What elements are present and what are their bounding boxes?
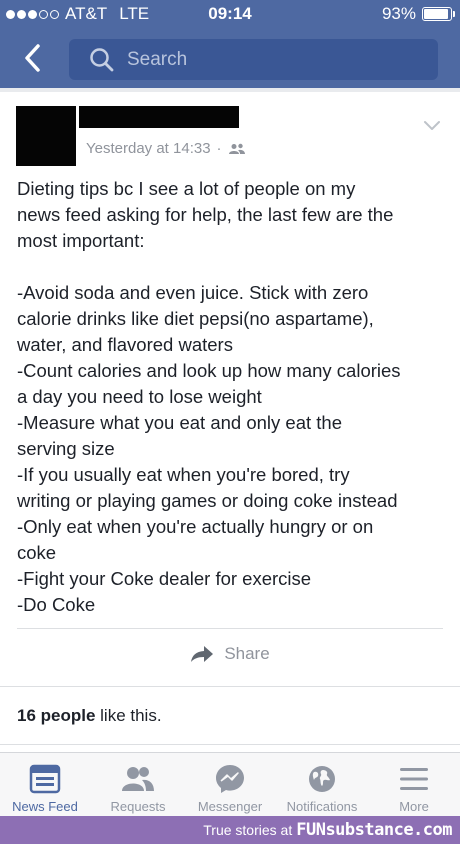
tab-label: Requests (110, 799, 166, 814)
navigation-bar: Search (0, 28, 460, 88)
tab-label: Notifications (286, 799, 358, 814)
tab-more[interactable]: More (376, 753, 452, 817)
battery-icon (422, 7, 455, 21)
friends-audience-icon (228, 143, 245, 154)
tab-notifications[interactable]: Notifications (276, 753, 368, 817)
meta-separator: · (216, 140, 222, 157)
share-label: Share (224, 644, 270, 663)
tab-messenger[interactable]: Messenger (190, 753, 270, 817)
tab-label: News Feed (12, 799, 78, 814)
battery-percent: 93% (381, 4, 416, 23)
tab-news-feed[interactable]: News Feed (4, 753, 86, 817)
watermark-banner: True stories at FUNsubstance.com (0, 816, 460, 844)
search-icon (90, 47, 114, 71)
post-text-line: writing or playing games or doing coke i… (17, 490, 398, 511)
post-text-line: calorie drinks like diet pepsi(no aspart… (17, 308, 374, 329)
avatar[interactable] (16, 106, 76, 166)
post-text-line: a day you need to lose weight (17, 386, 262, 407)
menu-icon (399, 763, 429, 795)
chevron-left-icon (25, 44, 40, 72)
author-name-redacted[interactable] (79, 106, 239, 128)
status-right: 93% (381, 4, 455, 24)
post-text-line: water, and flavored waters (17, 334, 233, 355)
back-button[interactable] (14, 38, 50, 78)
divider (0, 686, 460, 687)
tab-requests[interactable]: Requests (98, 753, 178, 817)
likes-suffix: like this. (95, 706, 162, 725)
post-card: Yesterday at 14:33 · Dieting tips bc I s… (0, 92, 460, 752)
post-options-button[interactable] (420, 118, 444, 134)
post-text-line: news feed asking for help, the last few … (17, 204, 394, 225)
post-text-line: -If you usually eat when you're bored, t… (17, 464, 350, 485)
search-placeholder: Search (127, 48, 188, 70)
divider (0, 744, 460, 745)
watermark-brand: FUNsubstance.com (296, 820, 452, 840)
globe-icon (307, 763, 337, 795)
post-blank-line (17, 254, 447, 280)
news-feed-icon (29, 763, 61, 795)
search-bar[interactable]: Search (69, 39, 438, 80)
watermark-text: True stories at (203, 822, 293, 838)
chevron-down-icon (424, 121, 440, 130)
status-bar: AT&T LTE 09:14 93% (0, 0, 460, 28)
post-meta: Yesterday at 14:33 · (86, 140, 246, 157)
post-text-line: serving size (17, 438, 115, 459)
post-text-line: -Fight your Coke dealer for exercise (17, 568, 312, 589)
tab-bar: News Feed Requests Messenger Notificatio… (0, 752, 460, 816)
tab-label: Messenger (197, 799, 263, 814)
share-button[interactable]: Share (0, 644, 460, 664)
messenger-icon (214, 763, 246, 795)
tab-label: More (399, 799, 429, 814)
top-bar: AT&T LTE 09:14 93% Search (0, 0, 460, 88)
post-text-line: -Count calories and look up how many cal… (17, 360, 401, 381)
post-body: Dieting tips bc I see a lot of people on… (17, 176, 447, 618)
likes-summary[interactable]: 16 people like this. (17, 706, 162, 726)
likes-count: 16 people (17, 706, 96, 725)
post-text-line: most important: (17, 230, 145, 251)
battery-level (424, 9, 449, 19)
post-text-line: coke (17, 542, 57, 563)
friend-requests-icon (120, 763, 156, 795)
post-timestamp[interactable]: Yesterday at 14:33 (86, 140, 211, 157)
post-text-line: Dieting tips bc I see a lot of people on… (17, 178, 356, 199)
post-text-line: -Only eat when you're actually hungry or… (17, 516, 374, 537)
divider (17, 628, 443, 629)
share-arrow-icon (191, 646, 214, 662)
post-text-line: -Do Coke (17, 594, 96, 615)
post-text-line: -Measure what you eat and only eat the (17, 412, 342, 433)
post-text-line: -Avoid soda and even juice. Stick with z… (17, 282, 369, 303)
